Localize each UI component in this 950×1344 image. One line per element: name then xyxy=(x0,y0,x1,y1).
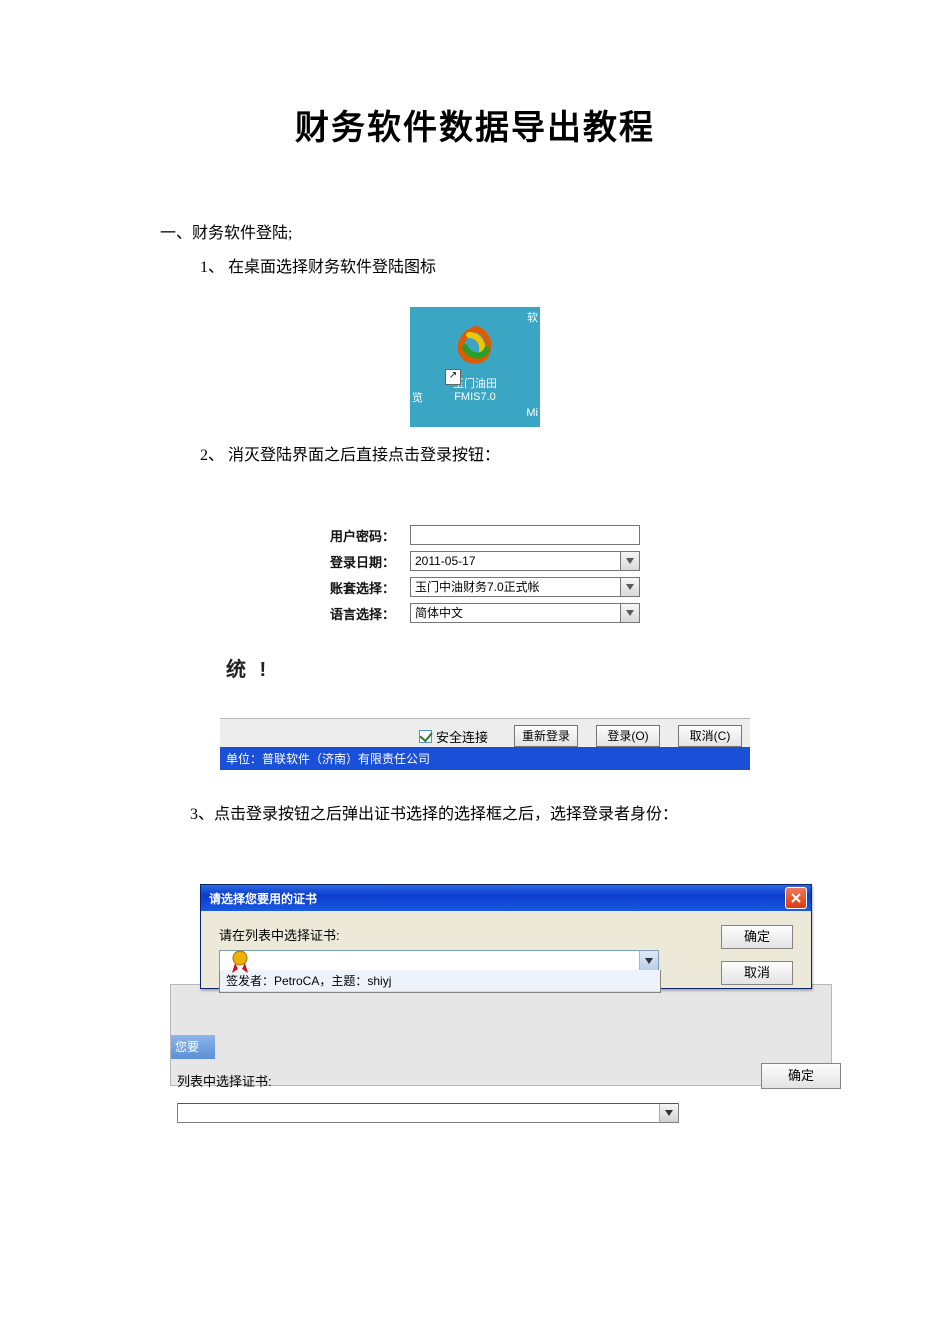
cert-combo-input[interactable] xyxy=(219,950,659,972)
row-date: 登录日期： 2011-05-17 xyxy=(330,551,750,571)
fmis-logo-icon xyxy=(455,325,495,365)
shortcut-label-2: FMIS7.0 xyxy=(435,391,515,403)
desktop-fragment: 软 览 Mi ↗ 玉门油田 FMIS7.0 xyxy=(410,307,540,427)
cert-dropdown-list: 签发者：PetroCA，主题：shiyj xyxy=(219,970,661,993)
document-page: 财务软件数据导出教程 一、财务软件登陆; 1、 在桌面选择财务软件登陆图标 软 … xyxy=(0,0,950,1164)
secure-connection-checkbox[interactable]: 安全连接 xyxy=(419,727,488,746)
label-language: 语言选择： xyxy=(330,604,410,623)
section-1: 一、财务软件登陆; 1、 在桌面选择财务软件登陆图标 软 览 Mi ↗ xyxy=(90,219,860,1104)
bg-ok-button[interactable]: 确定 xyxy=(761,1063,841,1089)
combo-date[interactable]: 2011-05-17 xyxy=(410,551,640,571)
fragment-text-bl: 览 xyxy=(412,389,423,405)
row-password: 用户密码： xyxy=(330,525,750,545)
label-date: 登录日期： xyxy=(330,552,410,571)
cancel-button[interactable]: 取消(C) xyxy=(678,725,742,747)
heading-section-1: 一、财务软件登陆; xyxy=(160,219,860,243)
row-language: 语言选择： 简体中文 xyxy=(330,603,750,623)
checkbox-icon xyxy=(419,730,432,743)
row-account: 账套选择： 玉门中油财务7.0正式帐 xyxy=(330,577,750,597)
fragment-tong: 统 ! xyxy=(226,653,750,682)
shortcut-overlay-icon: ↗ xyxy=(445,369,461,385)
dropdown-arrow-icon[interactable] xyxy=(659,1104,678,1122)
figure-login-form: 用户密码： 登录日期： 2011-05-17 账套选择： 玉门中油财务 xyxy=(220,525,750,770)
login-fields: 用户密码： 登录日期： 2011-05-17 账套选择： 玉门中油财务 xyxy=(330,525,750,623)
input-language[interactable]: 简体中文 xyxy=(410,603,620,623)
dropdown-arrow-icon[interactable] xyxy=(620,603,640,623)
input-date[interactable]: 2011-05-17 xyxy=(410,551,620,571)
login-button-row: 安全连接 重新登录 登录(O) 取消(C) xyxy=(220,718,750,747)
close-icon xyxy=(791,893,801,903)
doc-title: 财务软件数据导出教程 xyxy=(160,100,790,149)
step-1: 1、 在桌面选择财务软件登陆图标 xyxy=(200,253,860,277)
dropdown-arrow-icon[interactable] xyxy=(620,551,640,571)
bg-cert-combo[interactable] xyxy=(177,1103,679,1123)
dropdown-arrow-icon[interactable] xyxy=(620,577,640,597)
figure-certificate-dialog: 您要 列表中选择证书: 确定 请选择您要用的证书 xyxy=(170,884,830,1104)
bg-select-cert-label: 列表中选择证书: xyxy=(177,1071,272,1090)
fmis-desktop-shortcut[interactable]: ↗ 玉门油田 FMIS7.0 xyxy=(435,325,515,403)
fragment-text-tr: 软 xyxy=(525,307,540,327)
bg-ok-button-wrap: 确定 xyxy=(761,1063,841,1089)
dialog-cancel-button[interactable]: 取消 xyxy=(721,961,793,985)
close-button[interactable] xyxy=(785,887,807,909)
dialog-titlebar[interactable]: 请选择您要用的证书 xyxy=(201,885,811,911)
figure-desktop-icon: 软 览 Mi ↗ 玉门油田 FMIS7.0 xyxy=(90,307,860,427)
dialog-button-column: 确定 取消 xyxy=(721,925,793,985)
dialog-title: 请选择您要用的证书 xyxy=(209,890,317,907)
cert-select[interactable]: 签发者：PetroCA，主题：shiyj xyxy=(219,950,659,972)
fragment-strip: 您要 xyxy=(171,1035,215,1059)
combo-language[interactable]: 简体中文 xyxy=(410,603,640,623)
certificate-ribbon-icon xyxy=(229,949,251,978)
dropdown-arrow-icon[interactable] xyxy=(639,951,658,971)
login-button[interactable]: 登录(O) xyxy=(596,725,660,747)
cert-option[interactable]: 签发者：PetroCA，主题：shiyj xyxy=(220,970,660,992)
input-account[interactable]: 玉门中油财务7.0正式帐 xyxy=(410,577,620,597)
step-3: 3、点击登录按钮之后弹出证书选择的选择框之后，选择登录者身份： xyxy=(190,800,860,824)
login-footer: 单位：普联软件（济南）有限责任公司 xyxy=(220,747,750,770)
label-account: 账套选择： xyxy=(330,578,410,597)
fragment-text-br: Mi xyxy=(526,407,538,419)
secure-connection-label: 安全连接 xyxy=(436,727,488,746)
dialog-body: 请在列表中选择证书: 签发者：PetroCA，主题：shiyj xyxy=(201,911,811,988)
certificate-dialog: 请选择您要用的证书 请在列表中选择证书: xyxy=(200,884,812,989)
background-window-fragment: 您要 列表中选择证书: 确定 xyxy=(170,984,832,1086)
relogin-button[interactable]: 重新登录 xyxy=(514,725,578,747)
select-cert-prompt: 请在列表中选择证书: xyxy=(219,925,793,944)
dialog-ok-button[interactable]: 确定 xyxy=(721,925,793,949)
combo-account[interactable]: 玉门中油财务7.0正式帐 xyxy=(410,577,640,597)
label-password: 用户密码： xyxy=(330,526,410,545)
input-password[interactable] xyxy=(410,525,640,545)
step-2: 2、 消灭登陆界面之后直接点击登录按钮： xyxy=(200,441,860,465)
